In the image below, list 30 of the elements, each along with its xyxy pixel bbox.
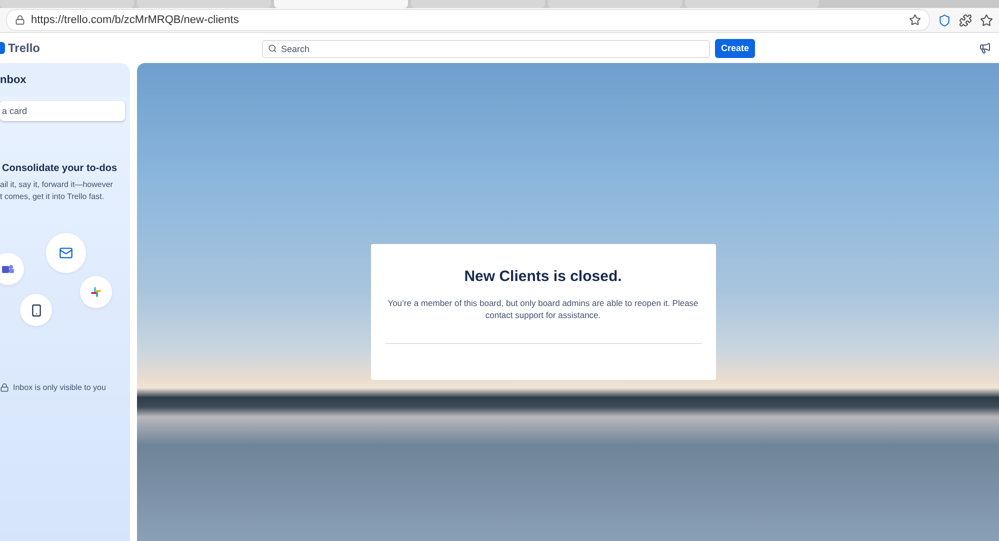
search-icon <box>268 44 277 53</box>
lock-icon <box>0 383 9 392</box>
create-button[interactable]: Create <box>715 38 756 58</box>
shield-icon[interactable] <box>938 14 951 26</box>
dialog-message: You’re a member of this board, but only board admins are able to reopen it. Please contact support for assistance. <box>386 297 700 321</box>
puzzle-icon[interactable] <box>959 14 972 26</box>
address-bar[interactable]: https://trello.com/b/zcMrMRQB/new-clients <box>6 9 930 31</box>
megaphone-icon[interactable] <box>979 42 991 54</box>
logo-icon <box>0 42 5 54</box>
browser-tab[interactable] <box>411 0 545 8</box>
promo-title: Consolidate your to-dos <box>1 163 118 174</box>
search-field[interactable]: Search <box>262 40 710 58</box>
privacy-note: Inbox is only visible to you <box>13 383 106 392</box>
dialog-title: New Clients is closed. <box>464 268 622 285</box>
star-icon[interactable] <box>909 14 921 26</box>
logo-text[interactable]: Trello <box>8 41 40 55</box>
hashtag-logo-icon <box>91 287 101 297</box>
browser-tab[interactable] <box>685 0 819 8</box>
browser-tab[interactable] <box>137 0 271 8</box>
favorites-icon[interactable] <box>980 14 993 26</box>
team-logo-icon <box>2 264 14 274</box>
browser-tab[interactable] <box>548 0 682 8</box>
browser-tab[interactable] <box>0 0 134 8</box>
browser-tab[interactable] <box>274 0 408 8</box>
phone-icon <box>30 304 42 316</box>
promo-text: ail it, say it, forward it—however t comes, get it into Trello fast. <box>0 179 114 203</box>
panel-title: nbox <box>0 63 130 96</box>
add-card-field[interactable]: a card <box>0 101 125 121</box>
lock-icon <box>15 15 25 25</box>
mail-icon <box>59 246 73 260</box>
